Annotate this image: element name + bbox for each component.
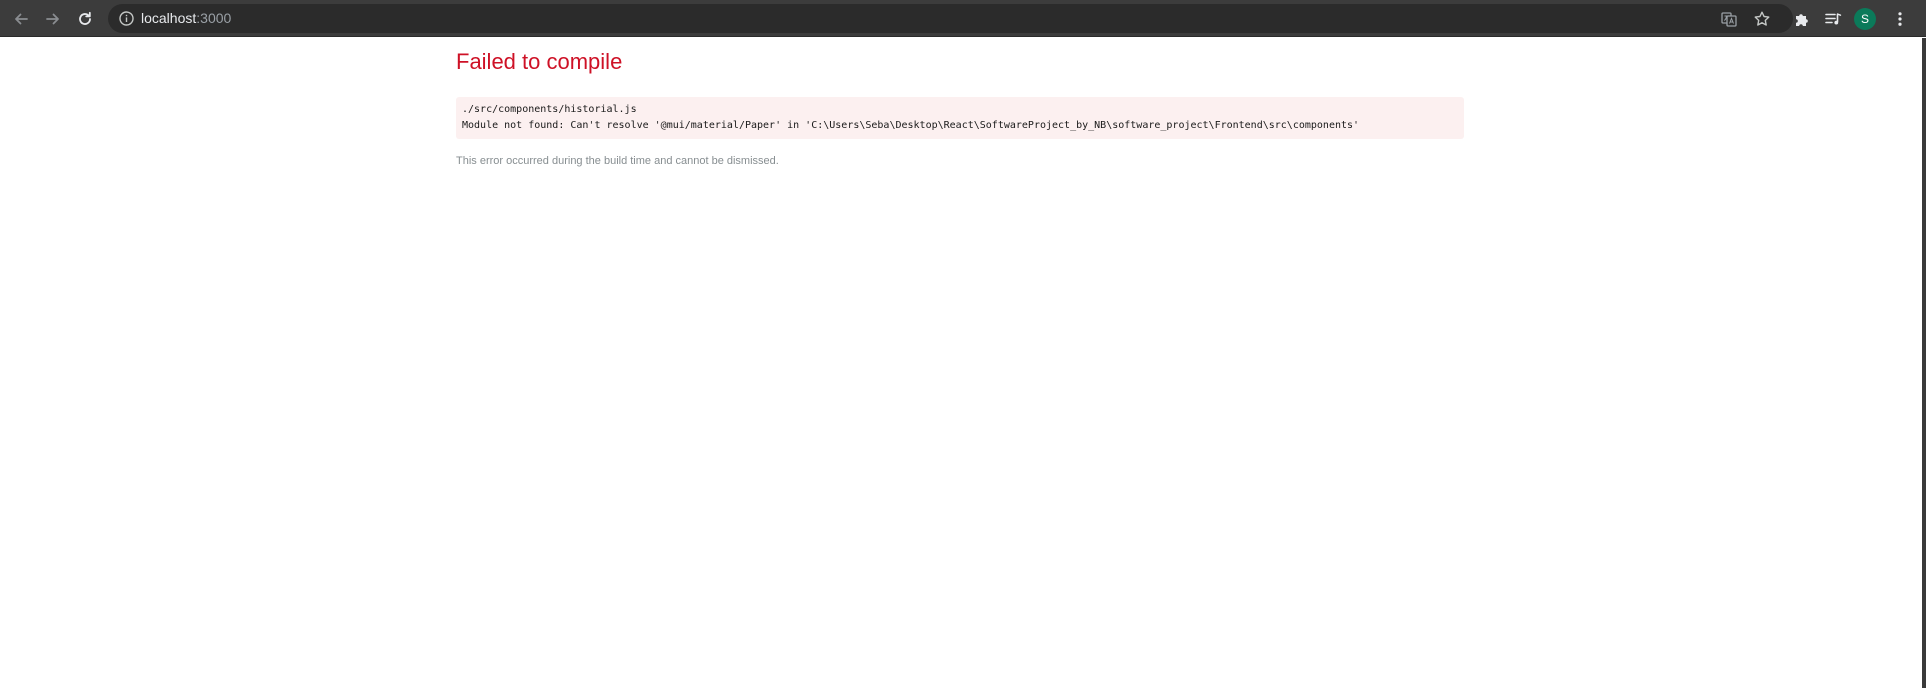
page-scrollbar[interactable] <box>1922 38 1926 688</box>
arrow-right-icon <box>44 10 62 28</box>
star-icon[interactable] <box>1751 8 1773 30</box>
error-note: This error occurred during the build tim… <box>456 155 779 167</box>
error-file-path: ./src/components/historial.js <box>462 104 637 115</box>
reload-button[interactable] <box>70 4 100 34</box>
reload-icon <box>76 10 94 28</box>
browser-toolbar: localhost:3000 S <box>0 0 1926 37</box>
error-message: Module not found: Can't resolve '@mui/ma… <box>462 120 1360 131</box>
extensions-button[interactable] <box>1787 4 1817 34</box>
browser-menu-button[interactable] <box>1885 4 1915 34</box>
back-button[interactable] <box>6 4 36 34</box>
url-text[interactable]: localhost:3000 <box>141 4 231 33</box>
puzzle-icon <box>1793 10 1811 28</box>
arrow-left-icon <box>12 10 30 28</box>
url-port: :3000 <box>196 10 232 26</box>
error-details: ./src/components/historial.js Module not… <box>456 97 1464 139</box>
info-icon[interactable] <box>118 10 135 27</box>
profile-avatar[interactable]: S <box>1854 8 1876 30</box>
reading-list-button[interactable] <box>1818 4 1848 34</box>
media-queue-icon <box>1824 10 1842 28</box>
address-bar[interactable]: localhost:3000 <box>108 4 1793 33</box>
forward-button[interactable] <box>38 4 68 34</box>
url-host: localhost <box>141 10 197 26</box>
translate-icon[interactable] <box>1718 8 1740 30</box>
error-title: Failed to compile <box>456 49 623 74</box>
kebab-menu-icon <box>1891 10 1909 28</box>
